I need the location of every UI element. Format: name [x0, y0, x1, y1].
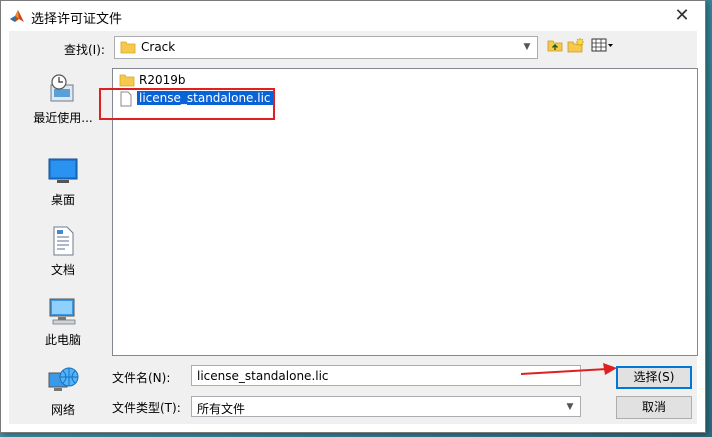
- chevron-down-icon[interactable]: ▼: [521, 40, 533, 54]
- close-icon: ✕: [674, 5, 690, 26]
- place-label: 网络: [50, 403, 75, 417]
- annotation-highlight-box: [99, 88, 275, 120]
- folder-icon: [120, 40, 136, 57]
- documents-icon: [47, 225, 79, 257]
- place-documents[interactable]: 文档: [23, 225, 103, 278]
- matlab-logo-icon: [9, 8, 25, 24]
- cancel-button[interactable]: 取消: [616, 396, 692, 419]
- file-name-label: 文件名(N):: [112, 371, 171, 385]
- desktop-icon: [47, 155, 79, 187]
- annotation-arrow-icon: [520, 363, 617, 375]
- chevron-down-icon[interactable]: ▼: [564, 400, 576, 414]
- place-recent[interactable]: 最近使用...: [23, 73, 103, 126]
- network-globe-icon: [47, 365, 79, 397]
- file-chooser-dialog: 选择许可证文件 ✕ 查找(I): Crack ▼ 最近使用... 桌面 文档 此…: [0, 0, 706, 433]
- place-this-pc[interactable]: 此电脑: [23, 295, 103, 348]
- file-type-value: 所有文件: [197, 402, 246, 416]
- dialog-body: 查找(I): Crack ▼ 最近使用... 桌面 文档 此电脑 网络 R201…: [9, 31, 698, 424]
- place-label: 此电脑: [44, 333, 81, 347]
- place-label: 最近使用...: [33, 111, 93, 125]
- file-type-combo[interactable]: 所有文件 ▼: [191, 396, 581, 417]
- look-in-value: Crack: [141, 40, 176, 54]
- select-button[interactable]: 选择(S): [616, 366, 692, 389]
- view-menu-icon[interactable]: [591, 37, 615, 56]
- place-desktop[interactable]: 桌面: [23, 155, 103, 208]
- place-network[interactable]: 网络: [23, 365, 103, 418]
- look-in-combo[interactable]: Crack ▼: [114, 36, 538, 59]
- file-type-label: 文件类型(T):: [112, 401, 181, 415]
- close-button[interactable]: ✕: [659, 1, 705, 31]
- new-folder-icon[interactable]: [567, 37, 585, 56]
- file-name: R2019b: [139, 73, 186, 87]
- place-label: 桌面: [50, 193, 75, 207]
- window-title: 选择许可证文件: [31, 12, 123, 27]
- recent-places-icon: [47, 73, 79, 105]
- title-bar: 选择许可证文件 ✕: [1, 1, 705, 31]
- computer-icon: [47, 295, 79, 327]
- look-in-label: 查找(I):: [64, 43, 105, 57]
- up-folder-icon[interactable]: [547, 37, 563, 56]
- place-label: 文档: [50, 263, 75, 277]
